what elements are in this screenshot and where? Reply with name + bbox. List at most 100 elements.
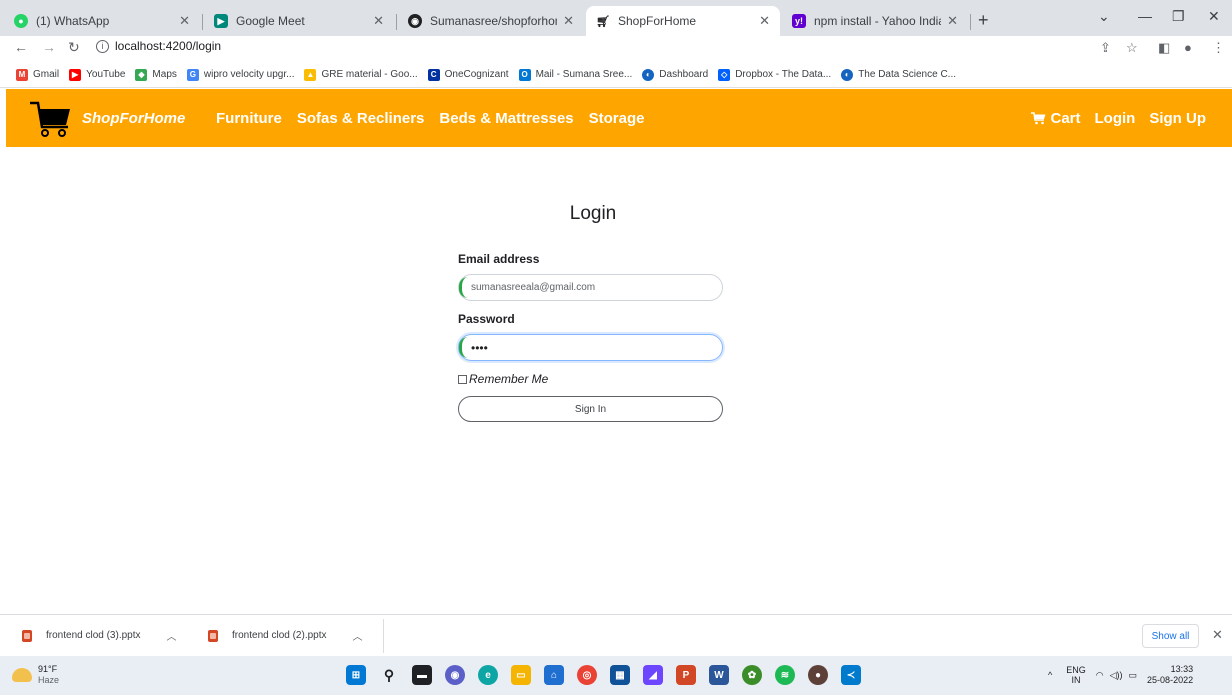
vscode-icon[interactable]: ≺ bbox=[841, 665, 861, 685]
nav-links: Furniture Sofas & Recliners Beds & Mattr… bbox=[216, 110, 660, 127]
login-link[interactable]: Login bbox=[1095, 110, 1136, 127]
bookmark-label: Maps bbox=[152, 69, 177, 80]
chevron-up-icon[interactable]: ︿ bbox=[167, 628, 177, 643]
chrome-icon[interactable]: ◎ bbox=[577, 665, 597, 685]
yahoo-icon: y! bbox=[792, 14, 806, 28]
word-icon[interactable]: W bbox=[709, 665, 729, 685]
google-icon: G bbox=[186, 68, 199, 81]
tab-google-meet[interactable]: ▶ Google Meet ✕ bbox=[204, 6, 394, 36]
tab-github[interactable]: ◉ Sumanasree/shopforhome-wipro ✕ bbox=[398, 6, 584, 36]
powerpoint-icon[interactable]: P bbox=[676, 665, 696, 685]
app-icon[interactable]: ● bbox=[808, 665, 828, 685]
email-field[interactable]: sumanasreeala@gmail.com bbox=[458, 274, 723, 301]
close-icon[interactable]: ✕ bbox=[373, 13, 384, 29]
minimize-icon[interactable]: — bbox=[1138, 8, 1152, 24]
android-studio-icon[interactable]: ✿ bbox=[742, 665, 762, 685]
weather-widget[interactable]: 91°F Haze bbox=[12, 664, 59, 686]
close-icon[interactable]: ✕ bbox=[1212, 627, 1223, 643]
chevron-up-icon[interactable]: ︿ bbox=[353, 628, 363, 643]
share-icon[interactable]: ⇪ bbox=[1100, 40, 1111, 56]
youtube-icon: ▶ bbox=[69, 68, 82, 81]
menu-icon[interactable]: ⋮ bbox=[1212, 40, 1225, 56]
forward-icon[interactable]: → bbox=[42, 39, 56, 55]
close-icon[interactable]: ✕ bbox=[947, 13, 958, 29]
bookmark-label: Gmail bbox=[33, 69, 60, 80]
chat-icon[interactable]: ◉ bbox=[445, 665, 465, 685]
close-icon[interactable]: ✕ bbox=[563, 13, 574, 29]
nav-sofas-recliners[interactable]: Sofas & Recliners bbox=[297, 110, 425, 127]
edge-icon[interactable]: e bbox=[478, 665, 498, 685]
battery-icon[interactable]: ▭ bbox=[1129, 670, 1138, 681]
temperature: 91°F bbox=[38, 664, 58, 674]
sign-in-button[interactable]: Sign In bbox=[458, 396, 723, 422]
bookmark-dropbox[interactable]: ◇ Dropbox - The Data... bbox=[718, 68, 831, 81]
outlook-icon: O bbox=[518, 68, 531, 81]
powerpoint-icon bbox=[208, 629, 218, 642]
bookmark-youtube[interactable]: ▶ YouTube bbox=[69, 68, 125, 81]
clock[interactable]: 13:33 25-08-2022 bbox=[1147, 664, 1193, 686]
download-item[interactable]: frontend clod (2).pptx ︿ bbox=[208, 628, 363, 643]
new-tab-icon[interactable]: + bbox=[978, 10, 989, 31]
bookmark-maps[interactable]: ◆ Maps bbox=[135, 68, 177, 81]
bookmark-onecognizant[interactable]: C OneCognizant bbox=[427, 68, 509, 81]
star-icon[interactable]: ☆ bbox=[1126, 40, 1138, 56]
bookmark-gmail[interactable]: M Gmail bbox=[16, 68, 60, 81]
bookmark-mail[interactable]: O Mail - Sumana Sree... bbox=[518, 68, 632, 81]
nav-furniture[interactable]: Furniture bbox=[216, 110, 282, 127]
chevron-up-icon[interactable]: ^ bbox=[1048, 670, 1052, 680]
taskbar-apps: ⊞ ⚲ ▬ ◉ e ▭ ⌂ ◎ ▦ ◢ P W ✿ ≋ ● ≺ bbox=[346, 665, 874, 685]
language-code: ENG bbox=[1066, 665, 1086, 675]
remember-checkbox[interactable] bbox=[458, 374, 467, 384]
bookmark-dashboard[interactable]: ◐ Dashboard bbox=[642, 68, 708, 81]
spotify-icon[interactable]: ≋ bbox=[775, 665, 795, 685]
powerpoint-icon bbox=[22, 629, 32, 642]
file-explorer-icon[interactable]: ▭ bbox=[511, 665, 531, 685]
bookmark-datascience[interactable]: ◐ The Data Science C... bbox=[841, 68, 956, 81]
google-meet-icon: ▶ bbox=[214, 14, 228, 28]
profile-icon[interactable]: ● bbox=[1184, 40, 1192, 55]
signup-link[interactable]: Sign Up bbox=[1149, 110, 1206, 127]
url-field[interactable]: i localhost:4200/login bbox=[96, 39, 221, 53]
language-indicator[interactable]: ENG IN bbox=[1066, 665, 1086, 685]
downloads-bar: frontend clod (3).pptx ︿ frontend clod (… bbox=[0, 614, 1232, 656]
shopping-cart-logo-icon[interactable] bbox=[28, 97, 72, 141]
search-icon[interactable]: ⚲ bbox=[379, 665, 399, 685]
nav-storage[interactable]: Storage bbox=[589, 110, 645, 127]
tab-yahoo[interactable]: y! npm install - Yahoo India Search ✕ bbox=[782, 6, 968, 36]
brand-link[interactable]: ShopForHome bbox=[82, 110, 185, 127]
close-icon[interactable]: ✕ bbox=[179, 13, 190, 29]
nav-beds-mattresses[interactable]: Beds & Mattresses bbox=[439, 110, 573, 127]
download-item[interactable]: frontend clod (3).pptx ︿ bbox=[22, 628, 177, 643]
restore-icon[interactable]: ❐ bbox=[1172, 8, 1185, 25]
bookmark-wipro[interactable]: Gwipro velocity upgr... bbox=[186, 68, 294, 81]
tab-search-icon[interactable]: ⌄ bbox=[1098, 8, 1110, 25]
start-icon[interactable]: ⊞ bbox=[346, 665, 366, 685]
password-field[interactable]: •••• bbox=[458, 334, 723, 361]
wifi-icon[interactable]: ◠ bbox=[1096, 670, 1104, 681]
cart-link[interactable]: Cart bbox=[1031, 110, 1081, 127]
volume-icon[interactable]: ◁)) bbox=[1110, 670, 1123, 681]
bookmark-label: OneCognizant bbox=[444, 69, 509, 80]
tab-label: Sumanasree/shopforhome-wipro bbox=[430, 14, 557, 28]
back-icon[interactable]: ← bbox=[14, 39, 28, 55]
tab-shopforhome[interactable]: 🛒︎ ShopForHome ✕ bbox=[586, 6, 780, 36]
tab-separator bbox=[396, 14, 397, 30]
remember-me[interactable]: Remember Me bbox=[458, 372, 548, 386]
window-close-icon[interactable]: ✕ bbox=[1208, 8, 1220, 25]
remember-label: Remember Me bbox=[469, 372, 549, 386]
calculator-icon[interactable]: ▦ bbox=[610, 665, 630, 685]
visual-studio-icon[interactable]: ◢ bbox=[643, 665, 663, 685]
close-icon[interactable]: ✕ bbox=[759, 13, 770, 29]
time: 13:33 bbox=[1170, 664, 1194, 674]
cart-label: Cart bbox=[1050, 110, 1081, 127]
tab-whatsapp[interactable]: ● (1) WhatsApp ✕ bbox=[4, 6, 200, 36]
task-view-icon[interactable]: ▬ bbox=[412, 665, 432, 685]
side-panel-icon[interactable]: ◧ bbox=[1158, 40, 1170, 56]
store-icon[interactable]: ⌂ bbox=[544, 665, 564, 685]
show-all-button[interactable]: Show all bbox=[1142, 624, 1199, 648]
reload-icon[interactable]: ↻ bbox=[68, 39, 80, 56]
site-info-icon[interactable]: i bbox=[96, 39, 109, 53]
system-tray: ^ ENG IN ◠ ◁)) ▭ 13:33 25-08-2022 bbox=[1048, 664, 1193, 686]
download-filename: frontend clod (2).pptx bbox=[232, 630, 327, 641]
bookmark-gre[interactable]: ▲ GRE material - Goo... bbox=[304, 68, 418, 81]
